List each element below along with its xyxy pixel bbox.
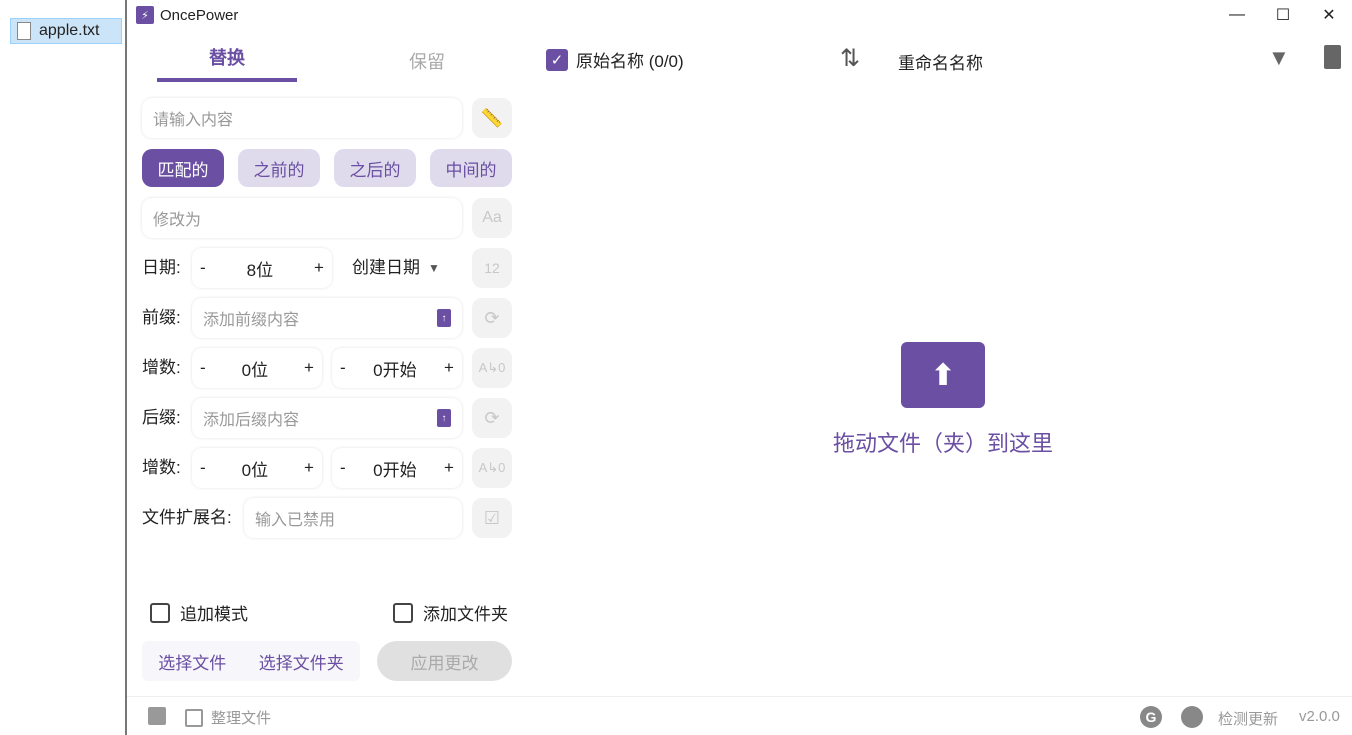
append-mode-label: 追加模式 (180, 605, 248, 624)
dropzone-text: 拖动文件（夹）到这里 (832, 431, 1053, 456)
append-mode-checkbox[interactable]: 追加模式 (150, 600, 248, 625)
stepper-value[interactable]: 0位 (242, 456, 268, 481)
app-window: ⚡ OncePower — ☐ ✕ 替换 保留 请输入内容 📏 匹配的 之前的 … (125, 0, 1352, 735)
decrement-button[interactable]: - (200, 258, 206, 278)
extension-input[interactable]: 输入已禁用 (244, 498, 462, 538)
checkbox-checked-icon[interactable]: ✓ (546, 48, 568, 71)
date-type-value: 创建日期 (352, 258, 420, 277)
checkbox[interactable] (185, 708, 203, 727)
checkbox[interactable] (150, 602, 170, 623)
maximize-button[interactable]: ☐ (1260, 0, 1306, 30)
decrement-button[interactable]: - (200, 458, 206, 478)
filter-icon[interactable]: ▼ (1268, 45, 1290, 71)
select-folder-button[interactable]: 选择文件夹 (259, 649, 344, 674)
check-update-link[interactable]: 检测更新 (1218, 708, 1278, 729)
prefix-start-stepper[interactable]: - 0开始 + (332, 348, 462, 388)
prefix-digits-stepper[interactable]: - 0位 + (192, 348, 322, 388)
checkbox-icon[interactable]: ☑ (472, 498, 512, 538)
increment-button[interactable]: + (304, 458, 314, 478)
suffix-placeholder: 添加后缀内容 (203, 412, 300, 429)
version-label: v2.0.0 (1299, 708, 1340, 725)
folder-upload-icon[interactable]: ⬆ (901, 342, 985, 408)
stepper-value[interactable]: 0位 (242, 356, 268, 381)
date-digits-stepper[interactable]: - 8位 + (192, 248, 332, 288)
ruler-icon[interactable]: 📏 (472, 98, 512, 138)
file-upload-icon[interactable]: ↑ (437, 409, 451, 427)
gitee-icon[interactable]: G (1140, 706, 1162, 728)
file-upload-icon[interactable]: ↑ (437, 309, 451, 327)
select-group: 选择文件 选择文件夹 (142, 641, 360, 681)
mode-after[interactable]: 之后的 (334, 149, 416, 187)
add-folder-label: 添加文件夹 (423, 605, 508, 624)
mode-before[interactable]: 之前的 (238, 149, 320, 187)
title-bar: ⚡ OncePower (136, 0, 238, 30)
desktop-file-name: apple.txt (39, 22, 100, 39)
mode-match[interactable]: 匹配的 (142, 149, 224, 187)
increment-button[interactable]: + (444, 358, 454, 378)
prefix-input[interactable]: 添加前缀内容 ↑ (192, 298, 462, 338)
extension-label: 文件扩展名: (142, 508, 232, 527)
stepper-value[interactable]: 0开始 (373, 456, 416, 481)
apply-button[interactable]: 应用更改 (377, 641, 512, 681)
calendar-icon[interactable]: 12 (472, 248, 512, 288)
search-input[interactable]: 请输入内容 (142, 98, 462, 138)
refresh-icon[interactable]: ⟳ (472, 298, 512, 338)
checkbox[interactable] (393, 602, 413, 623)
prefix-label: 前缀: (142, 308, 181, 327)
add-folder-checkbox[interactable]: 添加文件夹 (393, 600, 508, 625)
minimize-button[interactable]: — (1214, 0, 1260, 30)
sequence-icon[interactable]: A↳0 (472, 448, 512, 488)
decrement-button[interactable]: - (340, 358, 346, 378)
suffix-input[interactable]: 添加后缀内容 ↑ (192, 398, 462, 438)
trash-icon[interactable] (1324, 45, 1341, 69)
close-button[interactable]: ✕ (1306, 0, 1352, 30)
decrement-button[interactable]: - (200, 358, 206, 378)
suffix-incr-label: 增数: (142, 458, 181, 477)
footer (127, 696, 1352, 735)
original-name-header[interactable]: ✓ 原始名称 (0/0) (546, 47, 684, 72)
tab-keep[interactable]: 保留 (357, 44, 497, 86)
date-type-select[interactable]: 创建日期 ▼ (352, 248, 440, 288)
desktop-file[interactable]: apple.txt (10, 18, 122, 44)
date-label: 日期: (142, 258, 181, 277)
suffix-label: 后缀: (142, 408, 181, 427)
organize-files-checkbox[interactable]: 整理文件 (185, 707, 271, 728)
swap-sort-icon[interactable]: ⇅ (840, 44, 860, 73)
mode-between[interactable]: 中间的 (430, 149, 512, 187)
decrement-button[interactable]: - (340, 458, 346, 478)
increment-button[interactable]: + (444, 458, 454, 478)
save-icon[interactable] (148, 707, 166, 725)
sequence-icon[interactable]: A↳0 (472, 348, 512, 388)
case-icon[interactable]: Aa (472, 198, 512, 238)
organize-files-label: 整理文件 (211, 710, 272, 727)
tab-replace[interactable]: 替换 (157, 40, 297, 82)
rename-name-header: 重命名名称 (898, 54, 983, 73)
select-files-button[interactable]: 选择文件 (158, 649, 226, 674)
text-file-icon (17, 22, 31, 40)
refresh-icon[interactable]: ⟳ (472, 398, 512, 438)
prefix-incr-label: 增数: (142, 358, 181, 377)
prefix-placeholder: 添加前缀内容 (203, 312, 300, 329)
stepper-value[interactable]: 0开始 (373, 356, 416, 381)
suffix-digits-stepper[interactable]: - 0位 + (192, 448, 322, 488)
app-title: OncePower (160, 6, 239, 24)
increment-button[interactable]: + (304, 358, 314, 378)
modify-input[interactable]: 修改为 (142, 198, 462, 238)
original-name-label: 原始名称 (0/0) (576, 52, 684, 71)
suffix-start-stepper[interactable]: - 0开始 + (332, 448, 462, 488)
caret-down-icon: ▼ (428, 261, 440, 275)
increment-button[interactable]: + (314, 258, 324, 278)
stepper-value[interactable]: 8位 (247, 256, 273, 281)
github-icon[interactable] (1181, 706, 1203, 728)
app-logo-icon: ⚡ (136, 6, 154, 24)
